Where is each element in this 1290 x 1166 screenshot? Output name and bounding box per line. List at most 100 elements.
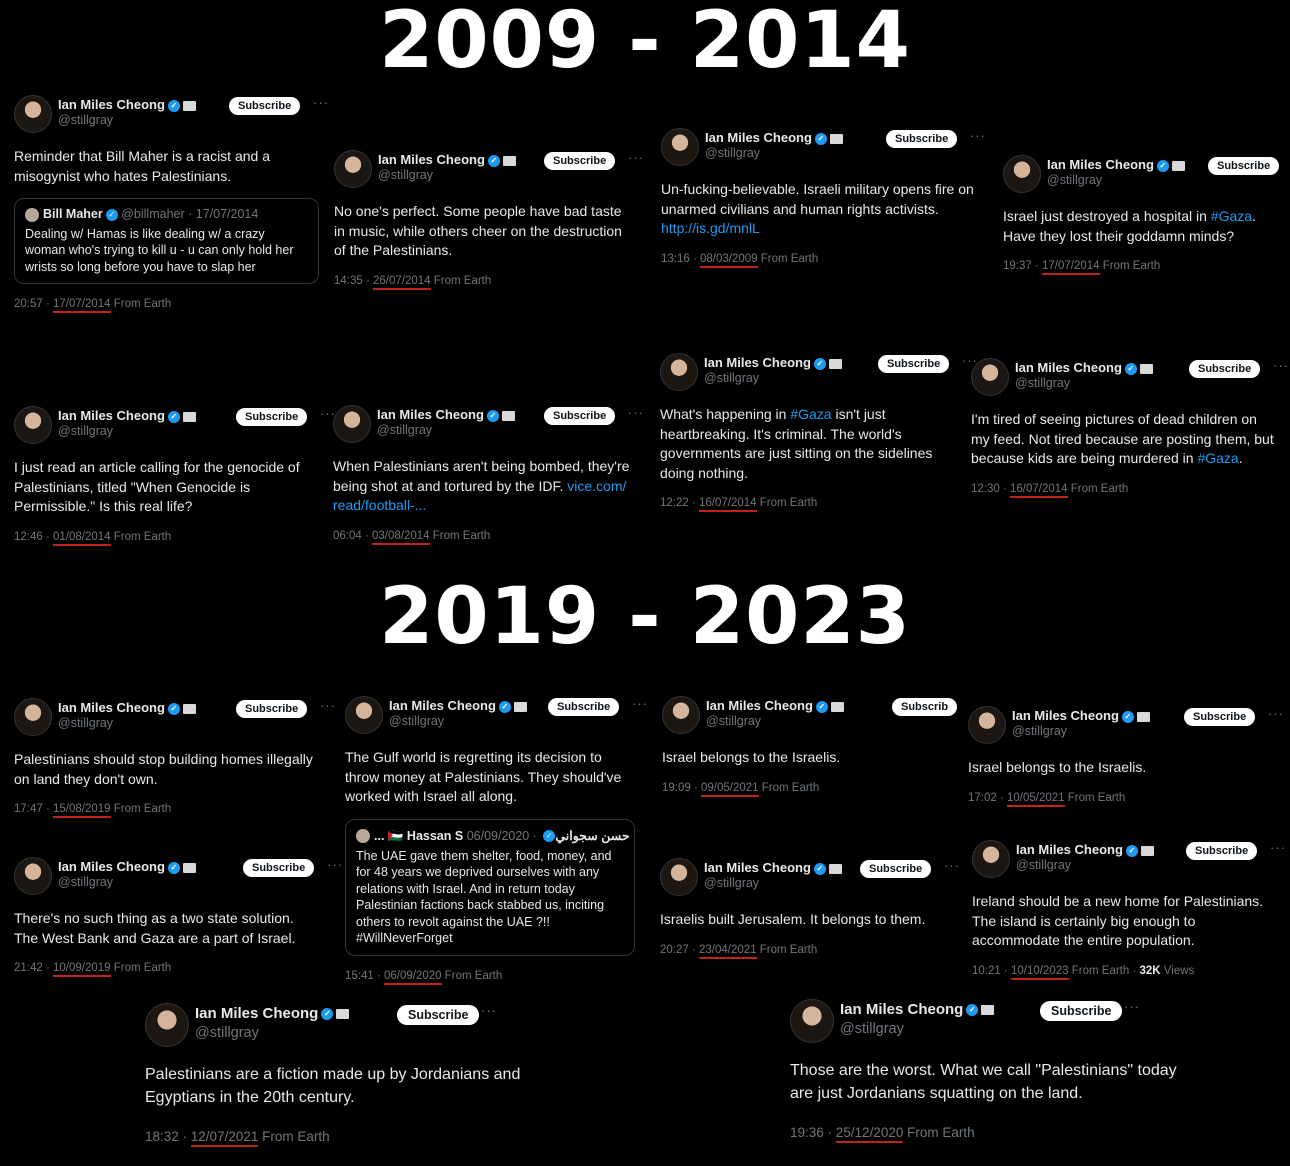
more-options-icon[interactable]: ···: [327, 857, 343, 872]
subscribe-button[interactable]: Subscribe: [397, 1005, 480, 1025]
author-name[interactable]: Ian Miles Cheong ✓: [58, 97, 196, 112]
tweet-date[interactable]: 23/04/2021: [699, 943, 757, 959]
subscribe-button[interactable]: Subscribe: [860, 860, 932, 878]
more-options-icon[interactable]: ···: [313, 95, 329, 110]
hashtag-link[interactable]: #Gaza: [790, 406, 831, 422]
author-handle[interactable]: @stillgray: [389, 714, 444, 728]
avatar[interactable]: [662, 696, 700, 734]
author-name[interactable]: Ian Miles Cheong ✓: [389, 698, 527, 713]
subscribe-button[interactable]: Subscribe: [1208, 157, 1280, 175]
avatar[interactable]: [968, 706, 1006, 744]
tweet-date[interactable]: 10/09/2019: [53, 962, 111, 977]
more-options-icon[interactable]: ···: [1268, 706, 1284, 721]
author-handle[interactable]: @stillgray: [706, 714, 761, 728]
avatar[interactable]: [333, 405, 371, 443]
tweet-date[interactable]: 03/08/2014: [372, 529, 430, 545]
tweet-date[interactable]: 10/05/2021: [1007, 791, 1065, 807]
author-name[interactable]: Ian Miles Cheong ✓: [1016, 842, 1154, 857]
subscribe-button[interactable]: Subscribe: [229, 97, 301, 115]
avatar[interactable]: [14, 406, 52, 444]
tweet-date[interactable]: 12/07/2021: [190, 1129, 259, 1147]
more-options-icon[interactable]: ···: [320, 698, 336, 713]
tweet-date[interactable]: 26/07/2014: [373, 274, 431, 290]
author-name[interactable]: Ian Miles Cheong ✓: [58, 859, 196, 874]
quoted-tweet[interactable]: ... 🇵🇸 Hassan S حسن سجواني✓ · 06/09/2020…: [345, 818, 635, 956]
author-handle[interactable]: @stillgray: [377, 423, 432, 437]
avatar[interactable]: [345, 696, 383, 734]
tweet-date[interactable]: 17/07/2014: [1042, 260, 1100, 275]
subscribe-button[interactable]: Subscribe: [878, 355, 950, 373]
more-options-icon[interactable]: ···: [481, 1003, 497, 1018]
author-handle[interactable]: @stillgray: [195, 1025, 259, 1041]
tweet-date[interactable]: 16/07/2014: [699, 497, 757, 512]
more-options-icon[interactable]: ···: [628, 150, 644, 165]
tweet-link[interactable]: http://is.gd/mnlL: [661, 220, 760, 236]
avatar[interactable]: [14, 95, 52, 133]
author-name[interactable]: Ian Miles Cheong ✓: [840, 1001, 995, 1018]
tweet-date[interactable]: 10/10/2023: [1011, 964, 1069, 980]
subscribe-button[interactable]: Subscribe: [548, 698, 620, 716]
author-name[interactable]: Ian Miles Cheong ✓: [377, 407, 515, 422]
author-handle[interactable]: @stillgray: [378, 168, 433, 182]
author-handle[interactable]: @stillgray: [1047, 173, 1102, 187]
author-handle[interactable]: @stillgray: [1012, 724, 1067, 738]
author-name[interactable]: Ian Miles Cheong ✓: [195, 1005, 350, 1022]
subscribe-button[interactable]: Subscribe: [1040, 1001, 1123, 1021]
avatar[interactable]: [660, 858, 698, 896]
author-handle[interactable]: @stillgray: [1016, 858, 1071, 872]
avatar[interactable]: [334, 150, 372, 188]
subscribe-button[interactable]: Subscrib: [892, 698, 958, 716]
author-name[interactable]: Ian Miles Cheong ✓: [704, 355, 842, 370]
author-name[interactable]: Ian Miles Cheong ✓: [378, 152, 516, 167]
tweet-date[interactable]: 16/07/2014: [1010, 482, 1068, 498]
more-options-icon[interactable]: ···: [944, 858, 960, 873]
author-name[interactable]: Ian Miles Cheong ✓: [704, 860, 842, 875]
subscribe-button[interactable]: Subscribe: [886, 130, 958, 148]
subscribe-button[interactable]: Subscribe: [1184, 708, 1256, 726]
quoted-tweet[interactable]: Bill Maher ✓ @billmaher · 17/07/2014 Deali…: [14, 198, 319, 285]
author-handle[interactable]: @stillgray: [58, 875, 113, 889]
author-handle[interactable]: @stillgray: [704, 371, 759, 385]
subscribe-button[interactable]: Subscribe: [1189, 360, 1261, 378]
subscribe-button[interactable]: Subscribe: [243, 859, 315, 877]
more-options-icon[interactable]: ···: [1124, 999, 1140, 1014]
author-name[interactable]: Ian Miles Cheong ✓: [58, 700, 196, 715]
tweet-date[interactable]: 17/07/2014: [53, 298, 111, 314]
avatar[interactable]: [661, 128, 699, 166]
author-handle[interactable]: @stillgray: [705, 146, 760, 160]
author-handle[interactable]: @stillgray: [704, 876, 759, 890]
more-options-icon[interactable]: ···: [632, 696, 648, 711]
author-handle[interactable]: @stillgray: [1015, 376, 1070, 390]
subscribe-button[interactable]: Subscribe: [236, 408, 308, 426]
tweet-date[interactable]: 15/08/2019: [53, 803, 111, 818]
tweet-date[interactable]: 08/03/2009: [700, 252, 758, 268]
author-name[interactable]: Ian Miles Cheong ✓: [1047, 157, 1185, 172]
author-handle[interactable]: @stillgray: [840, 1021, 904, 1037]
author-handle[interactable]: @stillgray: [58, 113, 113, 127]
avatar[interactable]: [660, 353, 698, 391]
tweet-date[interactable]: 25/12/2020: [835, 1125, 904, 1143]
avatar[interactable]: [145, 1003, 189, 1047]
subscribe-button[interactable]: Subscribe: [544, 407, 616, 425]
more-options-icon[interactable]: ···: [1270, 840, 1286, 855]
author-name[interactable]: Ian Miles Cheong ✓: [706, 698, 844, 713]
avatar[interactable]: [1003, 155, 1041, 193]
subscribe-button[interactable]: Subscribe: [236, 700, 308, 718]
more-options-icon[interactable]: ···: [628, 405, 644, 420]
author-name[interactable]: Ian Miles Cheong ✓: [705, 130, 843, 145]
author-name[interactable]: Ian Miles Cheong ✓: [58, 408, 196, 423]
avatar[interactable]: [14, 857, 52, 895]
subscribe-button[interactable]: Subscribe: [544, 152, 616, 170]
tweet-date[interactable]: 06/09/2020: [384, 969, 442, 985]
avatar[interactable]: [790, 999, 834, 1043]
author-handle[interactable]: @stillgray: [58, 424, 113, 438]
author-name[interactable]: Ian Miles Cheong ✓: [1012, 708, 1150, 723]
hashtag-link[interactable]: #Gaza: [1211, 208, 1252, 224]
more-options-icon[interactable]: ···: [1273, 358, 1289, 373]
more-options-icon[interactable]: ···: [970, 128, 986, 143]
author-handle[interactable]: @stillgray: [58, 716, 113, 730]
avatar[interactable]: [14, 698, 52, 736]
tweet-date[interactable]: 09/05/2021: [701, 781, 759, 797]
avatar[interactable]: [972, 840, 1010, 878]
tweet-date[interactable]: 01/08/2014: [53, 530, 111, 546]
